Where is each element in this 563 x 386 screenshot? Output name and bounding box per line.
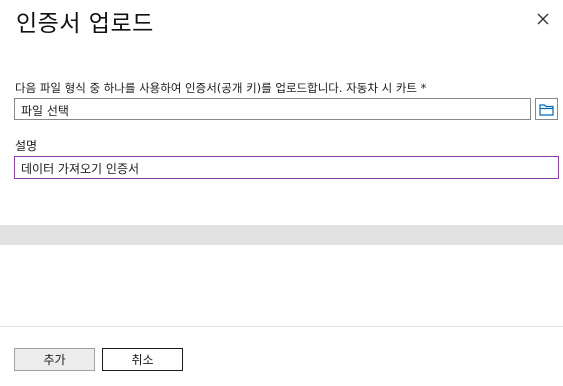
section-divider-band bbox=[0, 225, 563, 245]
close-button[interactable] bbox=[534, 10, 552, 28]
upload-certificate-dialog: 인증서 업로드 다음 파일 형식 중 하나를 사용하여 인증서(공개 키)를 업… bbox=[0, 0, 563, 386]
add-button[interactable]: 추가 bbox=[14, 348, 95, 371]
browse-file-button[interactable] bbox=[535, 98, 558, 120]
description-input[interactable]: 데이터 가져오기 인증서 bbox=[14, 156, 559, 179]
close-icon bbox=[537, 13, 549, 25]
dialog-title: 인증서 업로드 bbox=[16, 11, 154, 37]
cancel-button[interactable]: 취소 bbox=[102, 348, 183, 371]
file-field-label: 다음 파일 형식 중 하나를 사용하여 인증서(공개 키)를 업로드합니다. 자… bbox=[15, 81, 427, 95]
description-label: 설명 bbox=[15, 139, 38, 153]
footer-divider bbox=[0, 326, 563, 327]
folder-icon bbox=[539, 103, 554, 116]
file-select-input[interactable]: 파일 선택 bbox=[14, 98, 531, 120]
